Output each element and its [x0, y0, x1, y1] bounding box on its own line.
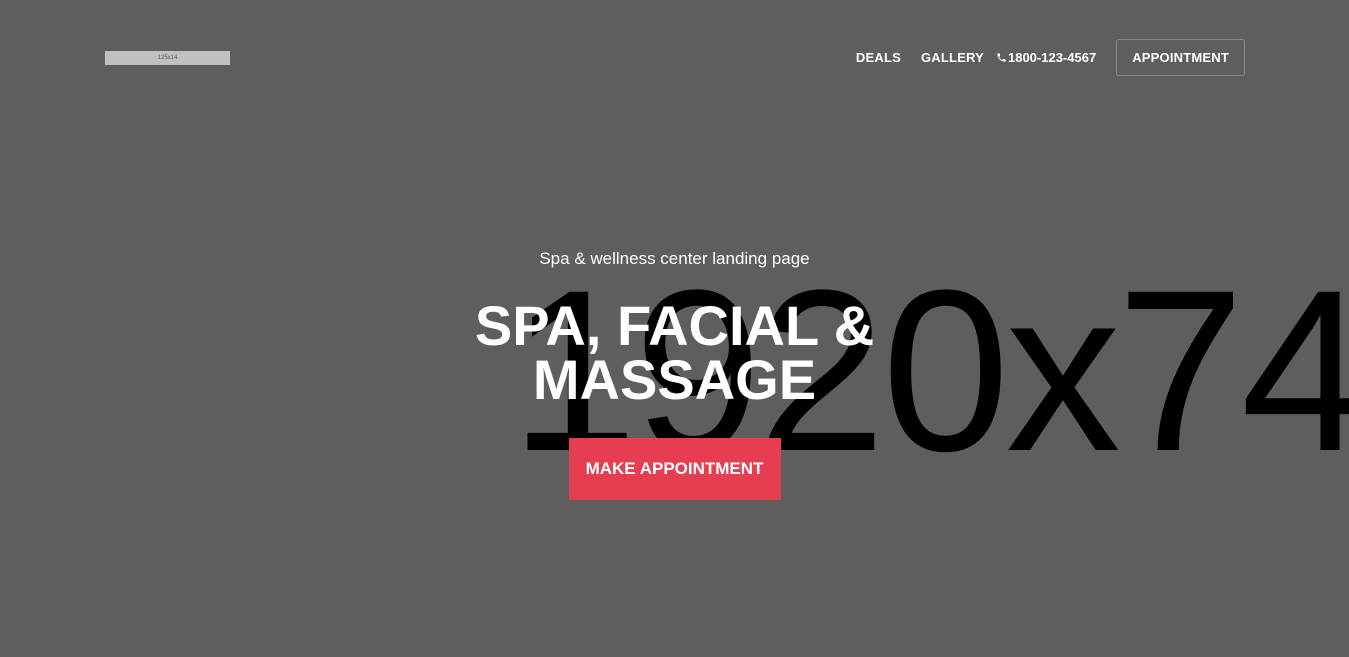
appointment-button[interactable]: APPOINTMENT [1116, 39, 1245, 76]
nav-link-gallery[interactable]: GALLERY [921, 50, 984, 65]
main-nav: DEALS GALLERY 1800-123-4567 APPOINTMENT [856, 39, 1245, 76]
hero-title-line2: MASSAGE [532, 348, 817, 411]
nav-phone-number: 1800-123-4567 [1007, 50, 1097, 65]
header: 125x14 DEALS GALLERY 1800-123-4567 APPOI… [0, 0, 1349, 120]
logo[interactable]: 125x14 [105, 51, 230, 65]
hero-section: 1920x749 125x14 DEALS GALLERY 1800-123-4… [0, 0, 1349, 657]
hero-subtitle: Spa & wellness center landing page [539, 249, 810, 268]
logo-placeholder-label: 125x14 [157, 55, 178, 61]
make-appointment-button[interactable]: MAKE APPOINTMENT [568, 438, 781, 500]
hero-title: SPA, FACIAL & MASSAGE [445, 298, 905, 408]
hero-content: Spa & wellness center landing page SPA, … [0, 248, 1349, 500]
phone-icon [997, 53, 1006, 62]
nav-link-deals[interactable]: DEALS [856, 50, 901, 65]
nav-phone-link[interactable]: 1800-123-4567 [996, 50, 1096, 65]
